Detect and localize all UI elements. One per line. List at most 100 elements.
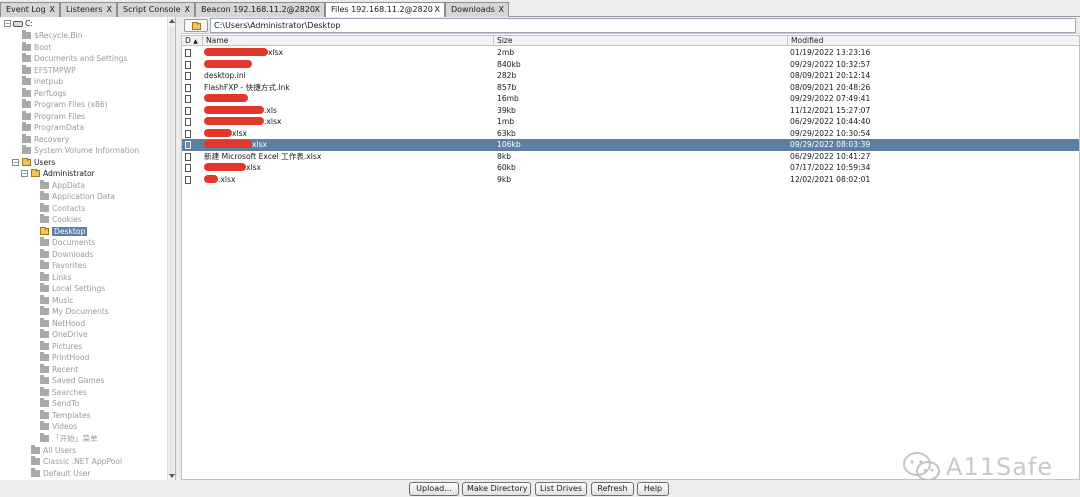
tree-node[interactable]: Links [40, 272, 72, 283]
tree-node[interactable]: 「开始」菜单 [40, 433, 98, 444]
tree-node[interactable]: My Documents [40, 306, 109, 317]
file-name: .xlsx [204, 116, 281, 128]
file-modified: 08/09/2021 20:12:14 [790, 71, 871, 80]
tree-node-desktop[interactable]: Desktop [40, 226, 88, 237]
tree-node[interactable]: Program Files (x86) [22, 99, 108, 110]
folder-icon [40, 283, 49, 292]
file-size: 39kb [497, 105, 516, 115]
table-row[interactable]: xlsx 63kb 09/29/2022 10:30:54 [182, 128, 1079, 140]
file-modified: 09/29/2022 08:03:39 [790, 140, 871, 149]
tree-node[interactable]: Saved Games [40, 375, 104, 386]
table-row[interactable]: .xlsx 9kb 12/02/2021 08:02:01 [182, 174, 1079, 186]
tree-node-drive[interactable]: C: [13, 18, 33, 29]
table-row[interactable]: desktop.ini 282b 08/09/2021 20:12:14 [182, 70, 1079, 82]
table-row[interactable]: 16mb 09/29/2022 07:49:41 [182, 93, 1079, 105]
tree-node[interactable]: Pictures [40, 341, 82, 352]
tab-close-icon[interactable]: X [107, 3, 112, 17]
tree-node[interactable]: Templates [40, 410, 91, 421]
collapse-icon[interactable]: − [21, 170, 28, 177]
tree-node[interactable]: Downloads [40, 249, 94, 260]
column-header-name[interactable]: Name [203, 36, 494, 46]
tree-node-users[interactable]: Users [22, 157, 55, 168]
tree-node[interactable]: ProgramData [22, 122, 84, 133]
tree-node[interactable]: OneDrive [40, 329, 88, 340]
tree-node[interactable]: Application Data [40, 191, 115, 202]
tab-files[interactable]: Files 192.168.11.2@2820 X [325, 2, 445, 18]
tree-node[interactable]: Videos [40, 421, 77, 432]
tab-close-icon[interactable]: X [50, 3, 55, 17]
column-header-size[interactable]: Size [494, 36, 788, 46]
upload-button[interactable]: Upload... [409, 482, 459, 496]
folder-open-icon [40, 227, 49, 235]
tree-node[interactable]: $Recycle.Bin [22, 30, 83, 41]
table-row[interactable]: .xlsx 1mb 06/29/2022 10:44:40 [182, 116, 1079, 128]
tree-node[interactable]: SendTo [40, 398, 79, 409]
list-drives-button[interactable]: List Drives [535, 482, 587, 496]
tree-node[interactable]: NetHood [40, 318, 85, 329]
tree-node[interactable]: Contacts [40, 203, 86, 214]
redaction-mark [204, 59, 252, 68]
table-row[interactable]: 新建 Microsoft Excel 工作表.xlsx 8kb 06/29/20… [182, 151, 1079, 163]
tab-beacon[interactable]: Beacon 192.168.11.2@2820 X [195, 2, 325, 17]
table-header: D ▲ Name Size Modified [182, 36, 1079, 46]
column-header-modified[interactable]: Modified [788, 36, 1079, 46]
tree-node[interactable]: PerfLogs [22, 88, 66, 99]
table-row[interactable]: FlashFXP - 快捷方式.lnk 857b 08/09/2021 20:4… [182, 82, 1079, 94]
tab-close-icon[interactable]: X [435, 3, 440, 17]
help-button[interactable]: Help [637, 482, 669, 496]
folder-icon [22, 111, 31, 120]
tab-downloads[interactable]: Downloads X [445, 2, 509, 17]
tree-node[interactable]: Favorites [40, 260, 86, 271]
tree-scrollbar[interactable] [167, 17, 175, 480]
make-directory-button[interactable]: Make Directory [462, 482, 531, 496]
tree-node[interactable]: Boot [22, 42, 51, 53]
tree-node-administrator[interactable]: Administrator [31, 168, 95, 179]
tree-node[interactable]: AppData [40, 180, 85, 191]
tab-close-icon[interactable]: X [315, 3, 320, 17]
tab-close-icon[interactable]: X [499, 3, 504, 17]
file-size: 282b [497, 71, 517, 80]
file-icon [185, 141, 191, 149]
file-tree[interactable]: − C: $Recycle.Bin Boot Documents and Set… [0, 17, 176, 480]
tree-node[interactable]: Local Settings [40, 283, 105, 294]
file-modified: 09/29/2022 10:30:54 [790, 128, 871, 138]
tree-node[interactable]: PrintHood [40, 352, 89, 363]
tree-node[interactable]: Documents [40, 237, 95, 248]
tree-node[interactable]: Recent [40, 364, 78, 375]
tree-node[interactable]: Searches [40, 387, 87, 398]
folder-up-button[interactable] [184, 19, 208, 32]
tree-node[interactable]: Classic .NET AppPool [31, 456, 122, 467]
file-browser-panel: C:\Users\Administrator\Desktop D ▲ Name … [181, 17, 1080, 481]
tree-node[interactable]: Recovery [22, 134, 69, 145]
path-input[interactable]: C:\Users\Administrator\Desktop [210, 18, 1076, 33]
tab-close-icon[interactable]: X [185, 3, 190, 17]
table-row[interactable]: .xls 39kb 11/12/2021 15:27:07 [182, 105, 1079, 117]
tree-node[interactable]: Documents and Settings [22, 53, 128, 64]
scroll-up-icon[interactable] [169, 19, 175, 23]
scrollbar-thumb[interactable] [169, 27, 174, 473]
tree-node[interactable]: inetpub [22, 76, 63, 87]
tree-node[interactable]: EFSTMPWP [22, 65, 76, 76]
table-row[interactable]: 840kb 09/29/2022 10:32:57 [182, 59, 1079, 71]
tab-listeners[interactable]: Listeners X [60, 2, 117, 17]
table-row[interactable]: xlsx 2mb 01/19/2022 13:23:16 [182, 47, 1079, 59]
tree-node[interactable]: Music [40, 295, 74, 306]
tab-script-console[interactable]: Script Console X [117, 2, 195, 17]
table-row-selected[interactable]: xlsx 106kb 09/29/2022 08:03:39 [182, 139, 1079, 151]
redaction-mark [204, 117, 264, 125]
refresh-button[interactable]: Refresh [591, 482, 634, 496]
collapse-icon[interactable]: − [12, 159, 19, 166]
tree-node[interactable]: Default User [31, 468, 90, 479]
file-icon [185, 175, 191, 184]
table-row[interactable]: xlsx 60kb 07/17/2022 10:59:34 [182, 162, 1079, 174]
tree-node[interactable]: All Users [31, 445, 76, 456]
tree-node[interactable]: Program Files [22, 111, 85, 122]
scroll-down-icon[interactable] [169, 474, 175, 478]
file-size: 60kb [497, 163, 516, 172]
tree-node[interactable]: System Volume Information [22, 145, 139, 156]
tree-node[interactable]: Cookies [40, 214, 82, 225]
tab-event-log[interactable]: Event Log X [0, 2, 60, 17]
collapse-icon[interactable]: − [4, 20, 11, 27]
file-name: .xls [204, 105, 277, 117]
column-header-d[interactable]: D ▲ [182, 36, 203, 46]
